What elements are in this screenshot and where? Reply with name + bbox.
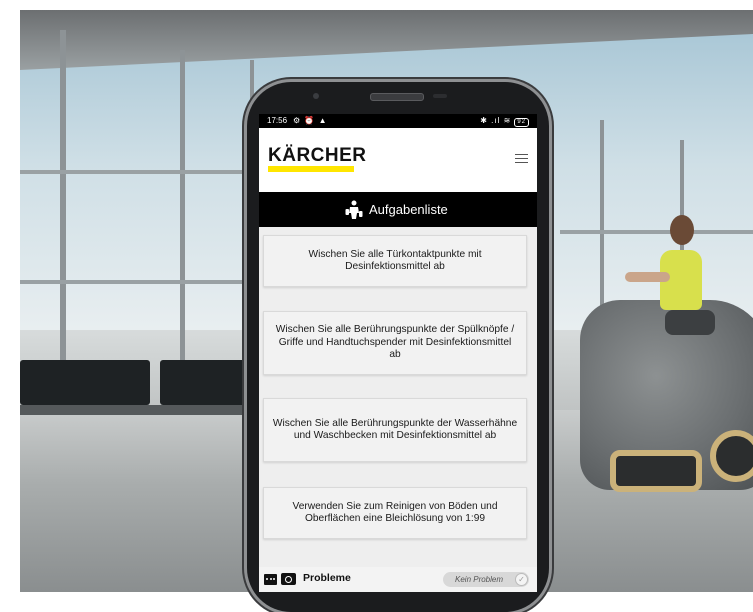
toggle-label: Kein Problem	[455, 575, 504, 584]
page-title: Aufgabenliste	[369, 202, 448, 217]
chat-icon[interactable]	[264, 574, 277, 585]
machine-wheel	[710, 430, 753, 482]
task-item[interactable]: Verwenden Sie zum Reinigen von Böden und…	[263, 487, 527, 539]
front-camera	[313, 93, 319, 99]
machine-brush	[610, 450, 702, 492]
task-text: Verwenden Sie zum Reinigen von Böden und…	[292, 500, 498, 525]
task-list: Wischen Sie alle Türkontaktpunkte mit De…	[259, 227, 537, 567]
machine-seat	[665, 310, 715, 335]
page-title-bar: Aufgabenliste	[259, 192, 537, 227]
cleaning-worker-icon	[345, 200, 363, 219]
status-bar: 17:56 ⚙ ⏰ ▲ ✱ .ıl ≋ 92	[259, 114, 537, 128]
phone-device: 17:56 ⚙ ⏰ ▲ ✱ .ıl ≋ 92 KÄRCHER Aufgabenli…	[247, 82, 549, 612]
task-text: Wischen Sie alle Berührungspunkte der Wa…	[272, 417, 518, 442]
task-item[interactable]: Wischen Sie alle Türkontaktpunkte mit De…	[263, 235, 527, 287]
bench-seat	[160, 360, 250, 405]
status-notification-icons: ⚙ ⏰ ▲	[293, 116, 328, 125]
signal-wifi-icon: ✱ .ıl ≋	[480, 116, 512, 125]
bench-seat	[20, 360, 150, 405]
task-item[interactable]: Wischen Sie alle Berührungspunkte der Sp…	[263, 311, 527, 375]
hamburger-menu-icon[interactable]	[515, 154, 528, 164]
status-system-icons: ✱ .ıl ≋ 92	[480, 114, 529, 128]
bench-frame	[20, 405, 250, 415]
window-frame	[180, 50, 185, 410]
task-text: Wischen Sie alle Berührungspunkte der Sp…	[275, 324, 515, 361]
brand-logo-bar	[268, 166, 354, 172]
camera-icon[interactable]	[281, 573, 296, 585]
status-time: 17:56	[267, 116, 288, 125]
task-text: Wischen Sie alle Türkontaktpunkte mit De…	[308, 248, 482, 273]
proximity-sensor	[433, 94, 447, 98]
window-frame	[20, 170, 260, 174]
battery-icon: 92	[514, 118, 529, 127]
window-frame	[20, 280, 260, 284]
phone-screen: 17:56 ⚙ ⏰ ▲ ✱ .ıl ≋ 92 KÄRCHER Aufgabenli…	[259, 114, 537, 592]
app-bar: KÄRCHER	[259, 128, 537, 192]
problems-bar: Probleme Kein Problem ✓	[259, 567, 537, 592]
problems-label: Probleme	[303, 572, 351, 584]
operator-arm	[625, 272, 670, 282]
operator-head	[670, 215, 694, 245]
no-problem-toggle[interactable]: Kein Problem ✓	[443, 572, 529, 587]
task-item[interactable]: Wischen Sie alle Berührungspunkte der Wa…	[263, 398, 527, 462]
earpiece-speaker	[370, 93, 424, 101]
check-icon: ✓	[515, 573, 528, 586]
window-frame	[560, 230, 753, 234]
brand-logo: KÄRCHER	[268, 145, 367, 166]
window-frame	[60, 30, 66, 410]
